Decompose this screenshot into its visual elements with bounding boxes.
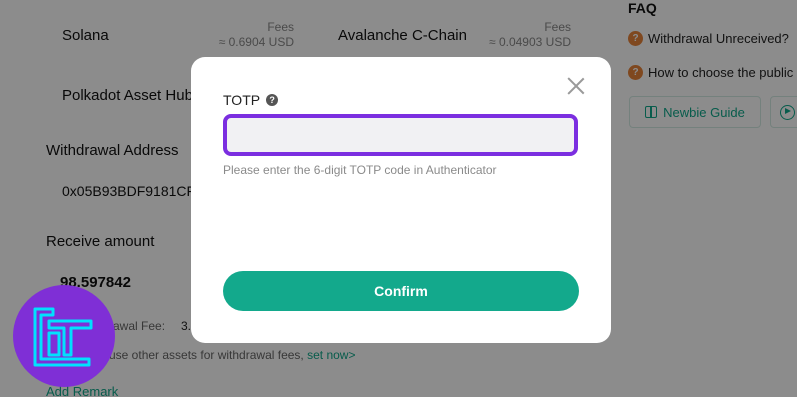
totp-hint: Please enter the 6-digit TOTP code in Au… (223, 163, 497, 177)
confirm-button[interactable]: Confirm (223, 271, 579, 311)
watermark-logo (13, 285, 115, 387)
logo-mark-icon (33, 307, 93, 367)
totp-dialog: TOTP ? Please enter the 6-digit TOTP cod… (191, 57, 611, 343)
close-icon[interactable] (567, 77, 585, 95)
totp-code-input[interactable] (223, 114, 578, 156)
totp-label-row: TOTP ? (223, 92, 279, 108)
help-icon[interactable]: ? (266, 94, 279, 106)
totp-label: TOTP (223, 92, 261, 108)
